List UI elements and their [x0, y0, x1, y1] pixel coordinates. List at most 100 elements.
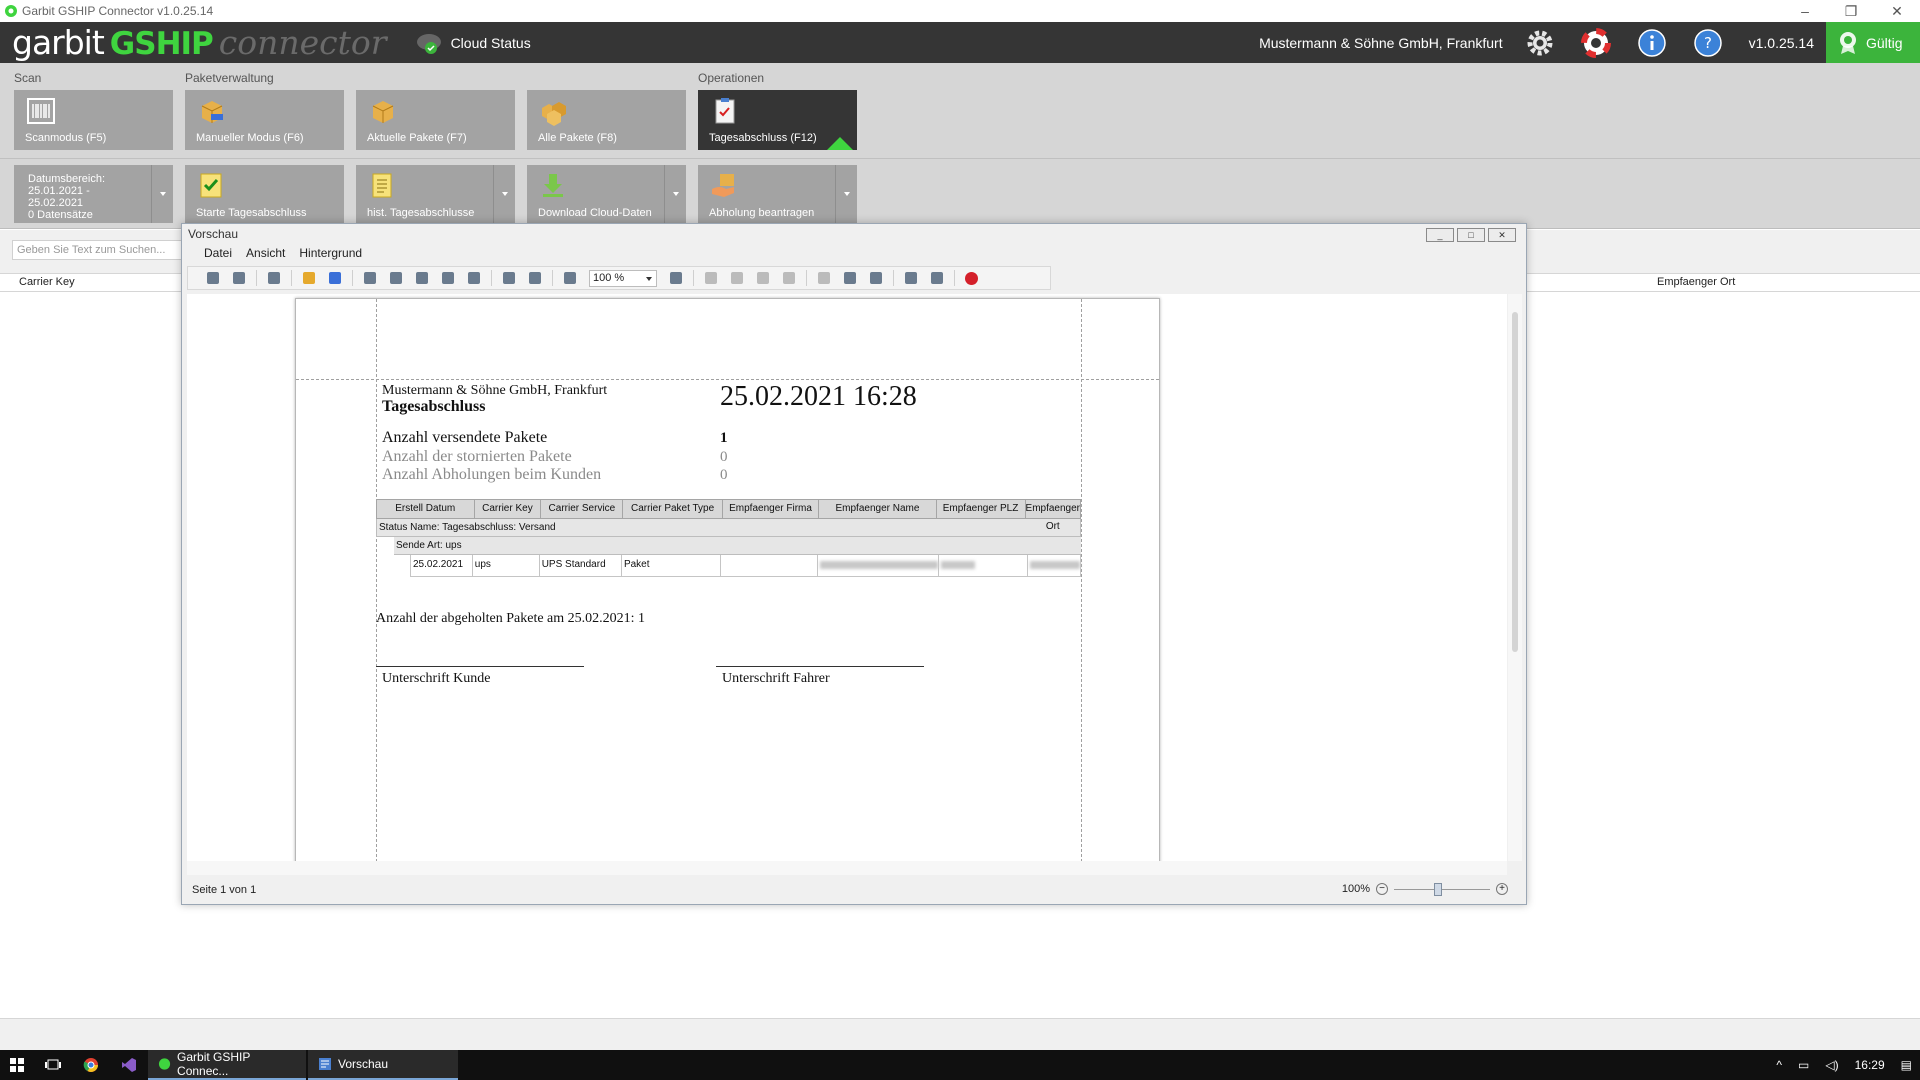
task-view-icon [45, 1059, 61, 1070]
first-page-icon[interactable] [705, 272, 717, 284]
previous-page-icon[interactable] [731, 272, 743, 284]
maximize-icon[interactable]: □ [1457, 228, 1485, 242]
next-page-icon[interactable] [757, 272, 769, 284]
report-group-status: Status Name: Tagesabschluss: Versand [376, 519, 1081, 537]
current-packages-button[interactable]: Aktuelle Pakete (F7) [356, 90, 515, 150]
start-button[interactable] [0, 1050, 34, 1080]
menu-ansicht[interactable]: Ansicht [246, 246, 285, 260]
column-carrier-key[interactable]: Carrier Key [19, 276, 75, 288]
zoom-select[interactable]: 100 % [589, 269, 657, 287]
watermark-icon[interactable] [870, 272, 882, 284]
redacted-cell [818, 555, 939, 576]
date-range-label: Datumsbereich: [28, 173, 106, 185]
chevron-down-icon[interactable] [835, 165, 857, 223]
open-folder-icon[interactable] [303, 272, 315, 284]
windows-icon [10, 1058, 24, 1072]
date-range-button[interactable]: Datumsbereich: 25.01.2021 - 25.02.2021 0… [14, 165, 173, 223]
minimize-icon[interactable]: – [1782, 0, 1828, 22]
task-view-button[interactable] [34, 1050, 72, 1080]
vertical-scrollbar[interactable] [1508, 294, 1522, 861]
menu-hintergrund[interactable]: Hintergrund [299, 246, 362, 260]
report-row-value: 0 [720, 467, 728, 483]
report-col-header: Carrier Key [475, 500, 542, 518]
chevron-down-icon[interactable] [664, 165, 686, 223]
close-icon[interactable]: ✕ [1874, 0, 1920, 22]
history-eod-button[interactable]: hist. Tagesabschlusse [356, 165, 515, 223]
grid-icon[interactable] [268, 272, 280, 284]
page-setup-icon[interactable] [416, 272, 428, 284]
all-packages-label: Alle Pakete (F8) [538, 132, 617, 144]
all-packages-button[interactable]: Alle Pakete (F8) [527, 90, 686, 150]
magnifier-icon[interactable] [529, 272, 541, 284]
hand-tool-icon[interactable] [503, 272, 515, 284]
zoom-out-icon[interactable] [564, 272, 576, 284]
manual-mode-label: Manueller Modus (F6) [196, 132, 304, 144]
minimize-icon[interactable]: _ [1426, 228, 1454, 242]
print-icon[interactable] [364, 272, 376, 284]
header-footer-icon[interactable] [442, 272, 454, 284]
clock[interactable]: 16:29 [1855, 1058, 1885, 1072]
zoom-slider-thumb[interactable] [1434, 882, 1442, 896]
end-of-day-button[interactable]: Tagesabschluss (F12) [698, 90, 857, 150]
save-icon[interactable] [329, 272, 341, 284]
quick-print-icon[interactable] [390, 272, 402, 284]
network-icon[interactable]: ▭ [1798, 1058, 1809, 1072]
horizontal-scrollbar[interactable] [187, 861, 1507, 875]
taskbar-app-gship[interactable]: Garbit GSHIP Connec... [148, 1050, 306, 1080]
export-icon[interactable] [905, 272, 917, 284]
zoom-plus-icon[interactable]: + [1496, 883, 1508, 895]
ribbon: Scan Paketverwaltung Operationen Scanmod… [0, 63, 1920, 159]
lifebuoy-icon[interactable] [1580, 27, 1611, 58]
mail-icon[interactable] [931, 272, 943, 284]
preview-window-controls: _ □ ✕ [1423, 228, 1516, 242]
search-input[interactable]: Geben Sie Text zum Suchen... [12, 240, 182, 260]
chevron-down-icon[interactable] [493, 165, 515, 223]
cloud-icon [416, 33, 441, 54]
menu-datei[interactable]: Datei [204, 246, 232, 260]
visual-studio-button[interactable] [110, 1050, 148, 1080]
cloud-status-button[interactable]: Cloud Status [415, 30, 531, 56]
ribbon-actions: Datumsbereich: 25.01.2021 - 25.02.2021 0… [0, 159, 1920, 229]
redacted-text [1030, 561, 1080, 569]
license-status[interactable]: Gültig [1826, 22, 1920, 63]
report-col-header: Erstell Datum [377, 500, 475, 518]
current-packages-label: Aktuelle Pakete (F7) [367, 132, 467, 144]
scan-mode-button[interactable]: Scanmodus (F5) [14, 90, 173, 150]
chevron-up-icon[interactable]: ^ [1776, 1058, 1782, 1072]
volume-icon[interactable]: ◁) [1825, 1058, 1838, 1072]
toolbar-separator [693, 270, 694, 286]
chevron-down-icon[interactable] [151, 165, 173, 223]
package-cart-icon [201, 101, 223, 123]
report-cell [721, 555, 818, 576]
close-icon[interactable]: ✕ [1488, 228, 1516, 242]
report-data-row: 25.02.2021 ups UPS Standard Paket [410, 555, 1081, 577]
start-eod-button[interactable]: Starte Tagesabschluss [185, 165, 344, 223]
binoculars-icon[interactable] [233, 272, 245, 284]
download-cloud-button[interactable]: Download Cloud-Daten [527, 165, 686, 223]
taskbar-app-vorschau[interactable]: Vorschau [308, 1050, 458, 1080]
history-eod-label: hist. Tagesabschlusse [367, 207, 475, 219]
info-icon[interactable] [1637, 28, 1667, 58]
scrollbar-thumb[interactable] [1512, 312, 1518, 652]
restore-icon[interactable]: ❐ [1828, 0, 1874, 22]
zoom-minus-icon[interactable]: − [1376, 883, 1388, 895]
help-icon[interactable]: ? [1693, 28, 1723, 58]
color-icon[interactable] [844, 272, 856, 284]
column-empfaenger-ort[interactable]: Empfaenger Ort [1657, 276, 1735, 288]
close-preview-icon[interactable] [965, 271, 978, 285]
gear-icon[interactable] [1525, 28, 1555, 58]
taskbar-app-label: Vorschau [338, 1057, 389, 1071]
multiple-pages-icon[interactable] [818, 272, 830, 284]
preview-menu: Datei Ansicht Hintergrund [182, 244, 1526, 262]
scale-icon[interactable] [468, 272, 480, 284]
document-map-icon[interactable] [207, 272, 219, 284]
notification-icon[interactable]: ▤ [1901, 1058, 1912, 1072]
request-pickup-button[interactable]: Abholung beantragen [698, 165, 857, 223]
svg-text:?: ? [1704, 34, 1712, 52]
zoom-in-icon[interactable] [670, 272, 682, 284]
last-page-icon[interactable] [783, 272, 795, 284]
manual-mode-button[interactable]: Manueller Modus (F6) [185, 90, 344, 150]
redacted-text [940, 561, 975, 569]
zoom-slider[interactable] [1394, 882, 1490, 896]
chrome-button[interactable] [72, 1050, 110, 1080]
